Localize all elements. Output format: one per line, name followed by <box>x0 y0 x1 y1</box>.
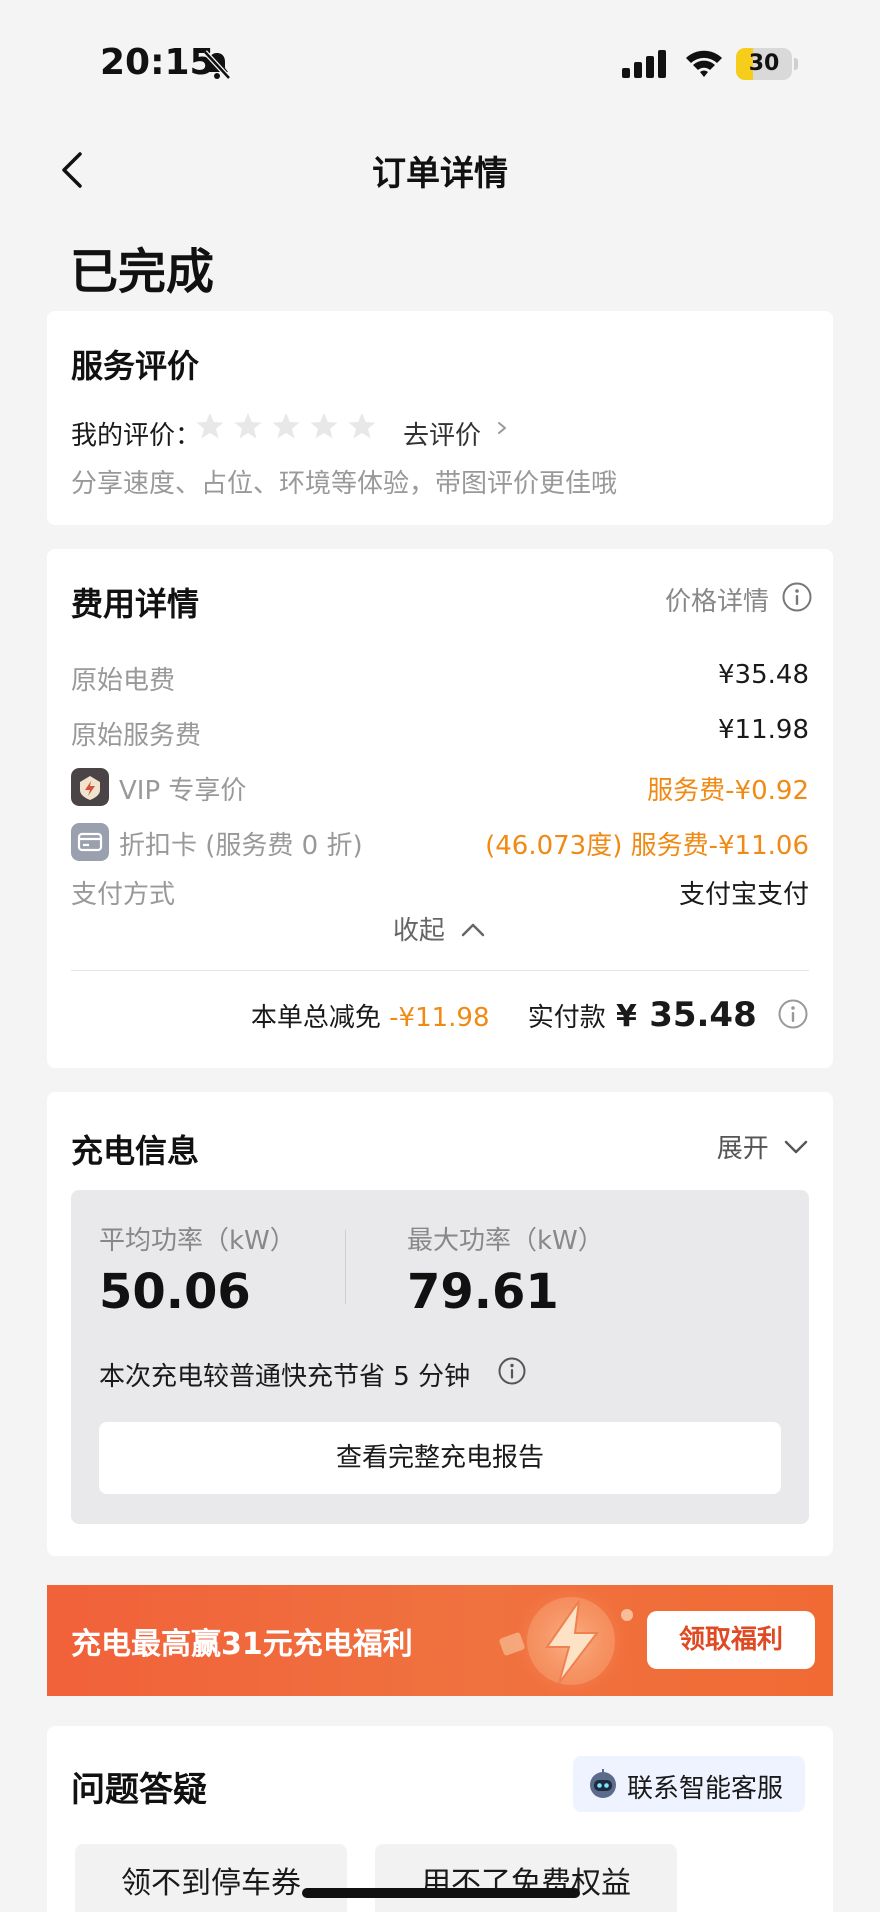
wifi-icon <box>686 50 722 77</box>
charging-info-card: 充电信息 展开 平均功率（kW） 50.06 最大功率（kW） 79.61 本次… <box>47 1092 833 1556</box>
collapse-toggle[interactable]: 收起 <box>47 910 833 947</box>
total-row: 本单总减免 -¥11.98 实付款 ¥ 35.48 <box>251 995 809 1039</box>
divider <box>71 970 809 971</box>
fee-row-label: 折扣卡 (服务费 0 折) <box>119 831 363 861</box>
robot-icon <box>590 1769 616 1798</box>
info-icon[interactable] <box>781 581 813 613</box>
faq-chip[interactable]: 用不了免费权益 <box>375 1844 677 1912</box>
max-power-label: 最大功率（kW） <box>407 1226 604 1256</box>
fee-row-label: VIP 专享价 <box>119 776 247 806</box>
star-icon[interactable] <box>233 411 263 441</box>
star-icon[interactable] <box>309 411 339 441</box>
fee-row-label: 原始服务费 <box>71 721 202 751</box>
star-icon[interactable] <box>195 411 225 441</box>
info-icon[interactable] <box>777 998 809 1030</box>
expand-toggle[interactable]: 展开 <box>717 1128 809 1165</box>
full-report-button[interactable]: 查看完整充电报告 <box>99 1422 781 1494</box>
fee-row-value: 支付宝支付 <box>678 880 809 910</box>
bell-slash-icon <box>203 50 231 80</box>
rating-title: 服务评价 <box>71 347 200 385</box>
total-discount-value: -¥11.98 <box>389 1003 490 1033</box>
max-power-value: 79.61 <box>407 1264 559 1320</box>
fee-row-value: ¥11.98 <box>718 715 809 745</box>
fee-row-vip: VIP 专享价 服务费-¥0.92 <box>71 768 809 806</box>
go-rate-link[interactable]: 去评价 <box>403 415 481 452</box>
fee-row-value: ¥35.48 <box>718 660 809 690</box>
my-rating-label: 我的评价： <box>71 421 202 451</box>
avg-power-label: 平均功率（kW） <box>99 1226 296 1256</box>
fee-row-discount-card: 折扣卡 (服务费 0 折) (46.073度) 服务费-¥11.06 <box>71 823 809 861</box>
page-title: 订单详情 <box>372 154 508 194</box>
promo-banner[interactable]: 充电最高赢31元充电福利 领取福利 <box>47 1585 833 1696</box>
home-indicator[interactable] <box>302 1888 580 1898</box>
claim-benefit-button[interactable]: 领取福利 <box>647 1611 815 1669</box>
chevron-up-icon[interactable] <box>459 919 487 939</box>
time-saved-note: 本次充电较普通快充节省 5 分钟 <box>99 1362 471 1392</box>
fee-card: 费用详情 价格详情 原始电费 ¥35.48 原始服务费 ¥11.98 VIP 专… <box>47 549 833 1068</box>
lightning-gift-icon <box>499 1585 633 1696</box>
avg-power-value: 50.06 <box>99 1264 251 1320</box>
total-discount-label: 本单总减免 <box>250 1003 381 1033</box>
faq-title: 问题答疑 <box>71 1770 207 1810</box>
paid-label: 实付款 <box>527 1003 606 1033</box>
star-icon[interactable] <box>347 411 377 441</box>
expand-label[interactable]: 展开 <box>717 1128 769 1165</box>
fee-row-electricity: 原始电费 ¥35.48 <box>71 660 809 696</box>
fee-row-value: 服务费-¥0.92 <box>647 776 809 806</box>
rating-card: 服务评价 我的评价： 去评价 分享速度、占位、环境等体验，带图评价更佳哦 <box>47 311 833 525</box>
status-bar: 20:15 30 <box>0 0 880 130</box>
order-detail-screen: 20:15 30 订单详情 已完成 服务评价 我的评价： 去评价 分享速度、占位… <box>0 0 880 1912</box>
promo-text: 充电最高赢31元充电福利 <box>71 1627 413 1662</box>
faq-chip[interactable]: 领不到停车券 <box>75 1844 347 1912</box>
status-time: 20:15 <box>100 42 215 83</box>
battery-icon: 30 <box>736 48 798 80</box>
order-status: 已完成 <box>70 244 215 300</box>
chevron-down-icon[interactable] <box>783 1138 809 1156</box>
fee-row-label: 原始电费 <box>71 666 176 696</box>
vip-badge-icon <box>71 768 109 806</box>
paid-amount: 35.48 <box>649 995 757 1035</box>
fee-title: 费用详情 <box>71 585 200 623</box>
charging-title: 充电信息 <box>71 1132 200 1170</box>
fee-row-label: 支付方式 <box>71 880 176 910</box>
fee-row-payment: 支付方式 支付宝支付 <box>71 874 809 910</box>
star-icon[interactable] <box>271 411 301 441</box>
collapse-label[interactable]: 收起 <box>393 910 445 947</box>
customer-service-label[interactable]: 联系智能客服 <box>627 1768 783 1805</box>
cellular-signal-icon <box>622 50 666 78</box>
fee-row-service: 原始服务费 ¥11.98 <box>71 715 809 751</box>
rating-hint: 分享速度、占位、环境等体验，带图评价更佳哦 <box>71 469 618 499</box>
price-detail-link[interactable]: 价格详情 <box>665 581 769 618</box>
divider <box>345 1230 346 1304</box>
fee-row-value: (46.073度) 服务费-¥11.06 <box>485 831 809 861</box>
customer-service-button[interactable]: 联系智能客服 <box>573 1756 805 1812</box>
rating-stars[interactable] <box>195 411 377 441</box>
chevron-right-icon[interactable] <box>495 415 509 441</box>
faq-card: 问题答疑 联系智能客服 领不到停车券 用不了免费权益 <box>47 1726 833 1912</box>
power-panel: 平均功率（kW） 50.06 最大功率（kW） 79.61 本次充电较普通快充节… <box>71 1190 809 1524</box>
info-icon[interactable] <box>497 1356 527 1386</box>
discount-card-icon <box>71 823 109 861</box>
nav-bar: 订单详情 <box>0 130 880 210</box>
battery-level-text: 30 <box>748 51 780 76</box>
paid-currency: ¥ <box>616 999 637 1034</box>
